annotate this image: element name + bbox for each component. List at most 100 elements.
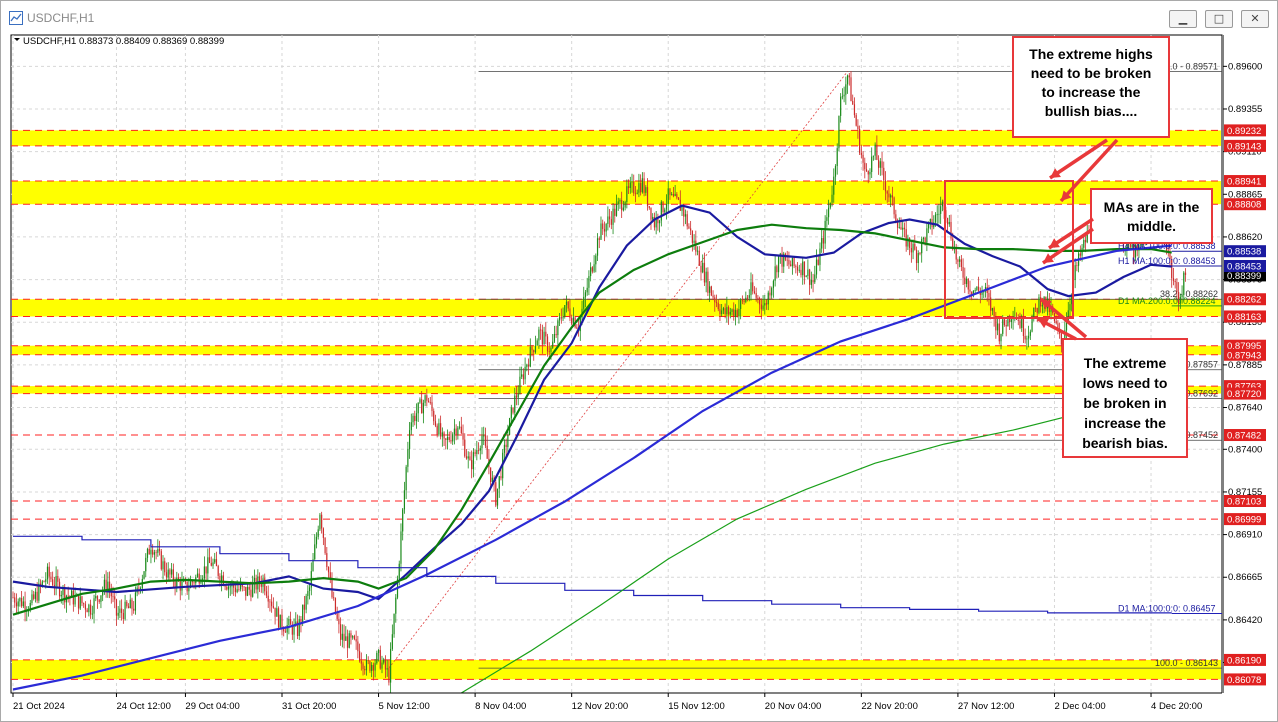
candle-body: [57, 576, 59, 582]
candle-body: [77, 594, 80, 609]
candle-body: [440, 423, 442, 437]
candle-body: [698, 250, 700, 266]
candle-body: [277, 608, 280, 628]
candle-body: [910, 247, 912, 253]
candle-body: [748, 295, 750, 298]
annotation-text: bullish bias....: [1045, 103, 1138, 119]
candle-body: [198, 573, 200, 584]
candle-body: [445, 438, 447, 440]
candle-body: [712, 295, 714, 298]
candle-body: [729, 311, 731, 315]
candle-body: [134, 592, 137, 611]
candle-body: [526, 364, 528, 367]
candle-body: [1031, 318, 1033, 332]
candle-body: [405, 466, 407, 491]
candle-body: [660, 201, 662, 221]
candle-body: [610, 219, 612, 225]
candle-body: [690, 228, 692, 231]
time-tick-label: 21 Oct 2024: [13, 701, 65, 712]
candle-body: [422, 402, 424, 414]
candle-body: [671, 193, 673, 195]
candle-body: [596, 238, 599, 256]
candle-body: [34, 591, 37, 599]
price-level-label: 0.89232: [1227, 126, 1261, 137]
candle-body: [315, 536, 318, 545]
candle-body: [1021, 318, 1023, 328]
candle-body: [688, 226, 690, 229]
candle-body: [522, 374, 524, 380]
candle-body: [443, 432, 445, 439]
ma-value-label: 0.88453: [1227, 261, 1261, 272]
fib-level-label: 100.0 - 0.86143: [1155, 658, 1218, 668]
candle-body: [453, 428, 456, 435]
candle-body: [164, 561, 166, 573]
candle-body: [1024, 336, 1026, 340]
candle-body: [567, 301, 569, 309]
candle-body: [800, 269, 802, 276]
annotation-text: bearish bias.: [1082, 435, 1168, 451]
candle-body: [569, 308, 571, 319]
time-tick-label: 5 Nov 12:00: [379, 701, 430, 712]
candle-body: [817, 259, 819, 265]
candle-body: [529, 346, 531, 367]
candle-body: [417, 402, 419, 414]
candle-body: [46, 566, 49, 580]
candle-body: [915, 249, 918, 264]
candle-body: [760, 304, 762, 310]
candle-body: [246, 586, 249, 596]
candle-body: [89, 604, 92, 615]
candle-body: [364, 669, 366, 671]
candle-body: [921, 238, 923, 254]
candle-body: [212, 562, 214, 566]
candle-body: [340, 624, 342, 640]
candle-body: [636, 192, 638, 194]
candle-body: [67, 595, 69, 597]
candle-body: [12, 597, 14, 599]
candle-body: [433, 410, 435, 422]
candle-body: [496, 488, 499, 506]
candle-body: [426, 395, 428, 401]
candle-body: [521, 374, 523, 377]
candle-body: [434, 421, 437, 426]
candle-body: [205, 566, 207, 574]
candle-body: [536, 340, 538, 346]
candle-body: [462, 433, 464, 440]
candle-body: [629, 182, 631, 188]
candle-body: [121, 608, 123, 614]
candle-body: [486, 445, 488, 459]
candle-body: [377, 649, 380, 653]
candle-body: [1074, 265, 1076, 281]
candle-body: [859, 129, 861, 153]
candle-body: [174, 581, 176, 587]
candle-body: [495, 482, 497, 506]
candle-body: [1019, 320, 1021, 328]
candle-body: [967, 278, 969, 290]
annotation-text: The extreme highs: [1029, 46, 1153, 62]
candle-body: [888, 193, 890, 198]
price-chart[interactable]: 0.0 - 0.8957138.2 - 0.882620.878570.8769…: [1, 1, 1277, 721]
candle-body: [98, 599, 100, 602]
candle-body: [43, 581, 45, 583]
candle-body: [924, 237, 926, 243]
candle-body: [152, 549, 154, 555]
candle-body: [153, 552, 155, 555]
candle-body: [988, 292, 990, 298]
time-tick-label: 4 Dec 20:00: [1151, 701, 1202, 712]
candle-body: [58, 581, 61, 597]
candle-body: [41, 581, 43, 586]
candle-body: [846, 75, 849, 85]
candle-body: [24, 601, 26, 612]
candle-body: [129, 599, 131, 609]
candle-body: [379, 649, 381, 669]
candle-body: [321, 514, 323, 529]
candle-body: [126, 601, 128, 607]
annotation-text: increase the: [1084, 415, 1166, 431]
candle-body: [805, 276, 807, 277]
candle-body: [936, 214, 938, 216]
candle-body: [557, 320, 559, 336]
candle-body: [627, 186, 630, 188]
candle-body: [55, 576, 57, 587]
price-tick-label: 0.87400: [1228, 444, 1262, 455]
price-level-label: 0.86190: [1227, 655, 1261, 666]
candle-body: [1069, 304, 1071, 311]
